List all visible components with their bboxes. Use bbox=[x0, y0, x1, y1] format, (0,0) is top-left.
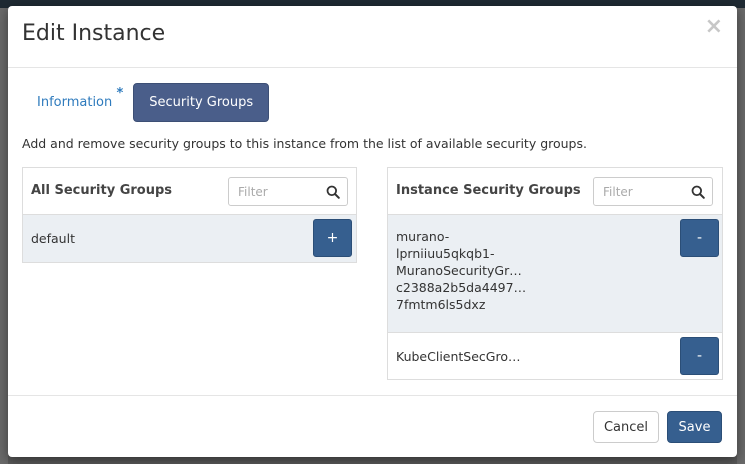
tab-bar: Information * Security Groups bbox=[22, 83, 270, 123]
panel-header: All Security Groups bbox=[23, 168, 356, 215]
name-line: c2388a2b5da4497… bbox=[396, 280, 527, 295]
filter-field bbox=[593, 177, 713, 206]
cancel-button[interactable]: Cancel bbox=[593, 411, 659, 443]
list-item: KubeClientSecGro… - bbox=[388, 333, 722, 379]
panel-header: Instance Security Groups bbox=[388, 168, 722, 215]
name-line: lprniiuu5qkqb1- bbox=[396, 246, 495, 261]
filter-field bbox=[228, 177, 348, 206]
panel-title: Instance Security Groups bbox=[396, 183, 581, 198]
instance-security-groups-panel: Instance Security Groups murano- lprniiu… bbox=[387, 167, 723, 380]
list-item: murano- lprniiuu5qkqb1- MuranoSecurityGr… bbox=[388, 215, 722, 333]
all-security-groups-panel: All Security Groups default + bbox=[22, 167, 357, 263]
edit-instance-modal: Edit Instance × Information * Security G… bbox=[8, 6, 737, 457]
search-icon bbox=[326, 185, 340, 199]
remove-group-button[interactable]: - bbox=[680, 337, 719, 375]
filter-input[interactable] bbox=[594, 178, 684, 205]
background-right-strip bbox=[737, 8, 745, 464]
security-group-name: KubeClientSecGro… bbox=[396, 349, 521, 364]
name-line: MuranoSecurityGr… bbox=[396, 263, 522, 278]
remove-group-button[interactable]: - bbox=[680, 219, 719, 257]
close-icon[interactable]: × bbox=[705, 16, 723, 38]
tab-security-groups-label: Security Groups bbox=[149, 95, 254, 110]
security-group-name: default bbox=[31, 231, 75, 246]
name-line: 7fmtm6ls5dxz bbox=[396, 297, 486, 312]
required-marker: * bbox=[116, 86, 124, 101]
filter-input[interactable] bbox=[229, 178, 319, 205]
help-text: Add and remove security groups to this i… bbox=[22, 136, 587, 151]
modal-title: Edit Instance bbox=[22, 21, 166, 46]
tab-information[interactable]: Information * bbox=[22, 83, 127, 122]
name-line: murano- bbox=[396, 229, 450, 244]
search-icon bbox=[691, 185, 705, 199]
modal-footer: Cancel Save bbox=[8, 395, 737, 457]
tab-information-label: Information bbox=[37, 95, 113, 110]
save-button[interactable]: Save bbox=[667, 411, 722, 443]
security-group-name: murano- lprniiuu5qkqb1- MuranoSecurityGr… bbox=[396, 228, 526, 313]
list-item: default + bbox=[23, 215, 356, 263]
add-group-button[interactable]: + bbox=[313, 219, 352, 257]
modal-header: Edit Instance × bbox=[8, 6, 737, 68]
background-left-strip bbox=[0, 8, 8, 464]
tab-security-groups[interactable]: Security Groups bbox=[133, 83, 270, 122]
panel-title: All Security Groups bbox=[31, 183, 173, 198]
